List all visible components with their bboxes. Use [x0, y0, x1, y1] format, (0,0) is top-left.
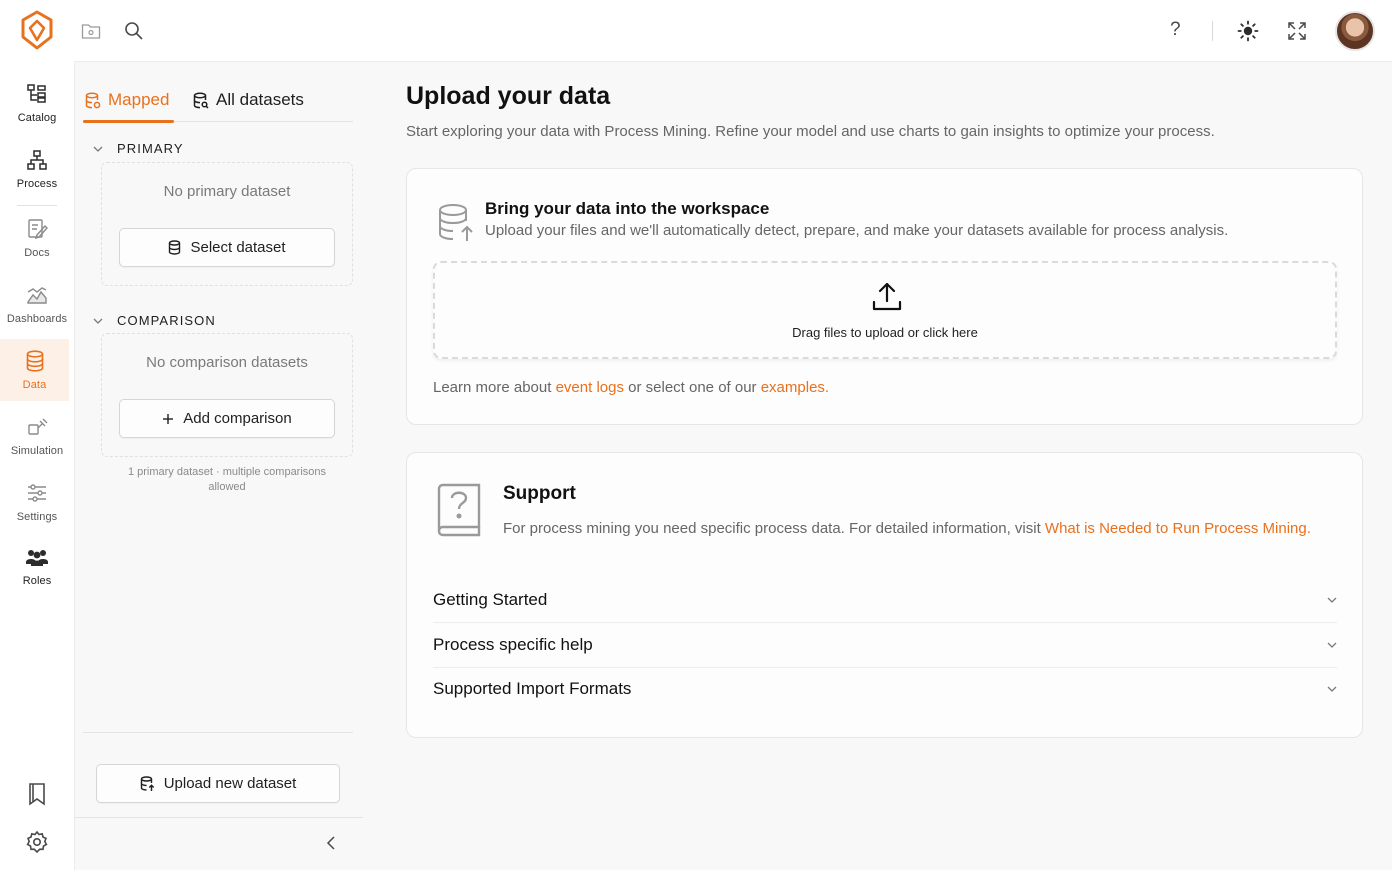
- left-nav: Catalog Process Docs Dashboards Data Sim…: [0, 61, 74, 870]
- simulation-icon: [28, 418, 48, 435]
- search-icon[interactable]: [123, 20, 145, 42]
- comparison-dataset-box: No comparison datasets Add comparison: [101, 333, 353, 457]
- divider: [75, 817, 363, 818]
- chevron-down-icon: [93, 146, 103, 152]
- nav-label: Roles: [22, 574, 52, 587]
- chevron-left-icon[interactable]: [326, 836, 338, 850]
- upload-card: Bring your data into the workspace Uploa…: [406, 168, 1363, 425]
- nav-item-process[interactable]: Process: [0, 138, 74, 200]
- nav-divider: [17, 205, 57, 206]
- event-logs-link[interactable]: event logs: [556, 379, 624, 396]
- tab-label: All datasets: [216, 90, 304, 109]
- upload-icon: [872, 282, 902, 311]
- plus-icon: [163, 413, 174, 424]
- chevron-down-icon: [1327, 686, 1337, 692]
- roles-icon: [26, 549, 48, 566]
- page-subtitle: Start exploring your data with Process M…: [406, 123, 1215, 140]
- upload-card-title: Bring your data into the workspace: [485, 199, 770, 218]
- support-text-prefix: For process mining you need specific pro…: [503, 520, 1045, 537]
- nav-item-catalog[interactable]: Catalog: [0, 72, 74, 134]
- support-text: For process mining you need specific pro…: [503, 518, 1313, 540]
- nav-item-settings[interactable]: Settings: [0, 471, 74, 533]
- chevron-down-icon: [1327, 597, 1337, 603]
- top-bar: ?: [0, 0, 1392, 61]
- dataset-panel: Mapped All datasets PRIMARY No primary d…: [75, 62, 363, 870]
- learn-more-text: Learn more about event logs or select on…: [433, 379, 829, 396]
- learn-more-suffix: .: [824, 379, 830, 396]
- button-label: Upload new dataset: [163, 775, 297, 792]
- database-upload-icon: [140, 775, 154, 791]
- nav-label: Catalog: [17, 111, 57, 124]
- accordion-process-help[interactable]: Process specific help: [433, 623, 1337, 667]
- tab-label: Mapped: [108, 90, 170, 109]
- primary-section-header[interactable]: PRIMARY: [93, 141, 184, 156]
- accordion-label: Process specific help: [433, 635, 593, 654]
- nav-label: Docs: [24, 246, 50, 259]
- accordion-import-formats[interactable]: Supported Import Formats: [433, 667, 1337, 711]
- logo-icon[interactable]: [18, 10, 56, 50]
- accordion-getting-started[interactable]: Getting Started: [433, 578, 1337, 622]
- nav-item-simulation[interactable]: Simulation: [0, 405, 74, 467]
- folder-icon[interactable]: [80, 20, 102, 42]
- support-title: Support: [503, 483, 576, 504]
- empty-state-text: No comparison datasets: [146, 354, 308, 371]
- accordion-label: Supported Import Formats: [433, 679, 632, 698]
- dashboards-icon: [27, 286, 47, 304]
- nav-item-roles[interactable]: Roles: [0, 536, 74, 598]
- catalog-icon: [27, 83, 46, 103]
- help-icon[interactable]: ?: [1170, 19, 1181, 41]
- learn-more-middle: or select one of our: [623, 379, 761, 396]
- tab-all-datasets[interactable]: All datasets: [193, 90, 304, 110]
- database-link-icon: [85, 92, 101, 108]
- button-label: Add comparison: [183, 410, 292, 427]
- divider: [1212, 21, 1213, 41]
- primary-dataset-box: No primary dataset Select dataset: [101, 162, 353, 286]
- support-card: Support For process mining you need spec…: [406, 452, 1363, 738]
- database-icon: [26, 349, 43, 372]
- chevron-down-icon: [1327, 642, 1337, 648]
- fullscreen-icon[interactable]: [1286, 20, 1308, 42]
- button-label: Select dataset: [190, 239, 286, 256]
- database-upload-icon: [439, 204, 473, 241]
- nav-item-docs[interactable]: Docs: [0, 207, 74, 269]
- docs-icon: [28, 218, 48, 239]
- active-tab-indicator: [83, 120, 174, 123]
- theme-sun-icon[interactable]: [1237, 20, 1259, 42]
- nav-item-dashboards[interactable]: Dashboards: [0, 274, 74, 336]
- upload-card-text: Upload your files and we'll automaticall…: [485, 222, 1229, 239]
- comparison-section-header[interactable]: COMPARISON: [93, 313, 216, 328]
- nav-label: Settings: [16, 510, 58, 523]
- section-heading: COMPARISON: [117, 313, 216, 328]
- requirements-link[interactable]: What is Needed to Run Process Mining.: [1045, 520, 1311, 537]
- database-search-icon: [193, 92, 209, 109]
- avatar[interactable]: [1335, 11, 1375, 51]
- file-dropzone[interactable]: Drag files to upload or click here: [433, 261, 1337, 359]
- select-dataset-button[interactable]: Select dataset: [119, 228, 335, 267]
- nav-item-data[interactable]: Data: [0, 339, 69, 401]
- sliders-icon: [28, 483, 46, 502]
- help-book-icon: [437, 483, 481, 537]
- nav-label: Process: [16, 177, 58, 190]
- section-heading: PRIMARY: [117, 141, 184, 156]
- nav-label: Dashboards: [6, 312, 68, 325]
- process-icon: [27, 149, 47, 170]
- dataset-limit-note: 1 primary dataset · multiple comparisons…: [127, 466, 327, 493]
- tab-mapped[interactable]: Mapped: [85, 90, 169, 110]
- chevron-down-icon: [93, 318, 103, 324]
- database-icon: [169, 240, 181, 255]
- divider: [83, 732, 353, 733]
- dropzone-label: Drag files to upload or click here: [792, 325, 978, 340]
- upload-new-dataset-button[interactable]: Upload new dataset: [96, 764, 340, 803]
- bookmark-icon[interactable]: [25, 782, 49, 806]
- gear-icon[interactable]: [25, 830, 49, 854]
- examples-link[interactable]: examples: [761, 379, 825, 396]
- empty-state-text: No primary dataset: [163, 183, 291, 200]
- accordion-label: Getting Started: [433, 590, 548, 609]
- dataset-tabs: Mapped All datasets: [83, 80, 353, 123]
- nav-label: Simulation: [10, 444, 64, 457]
- page-title: Upload your data: [406, 82, 611, 110]
- add-comparison-button[interactable]: Add comparison: [119, 399, 335, 438]
- nav-label: Data: [22, 378, 47, 391]
- learn-more-prefix: Learn more about: [433, 379, 556, 396]
